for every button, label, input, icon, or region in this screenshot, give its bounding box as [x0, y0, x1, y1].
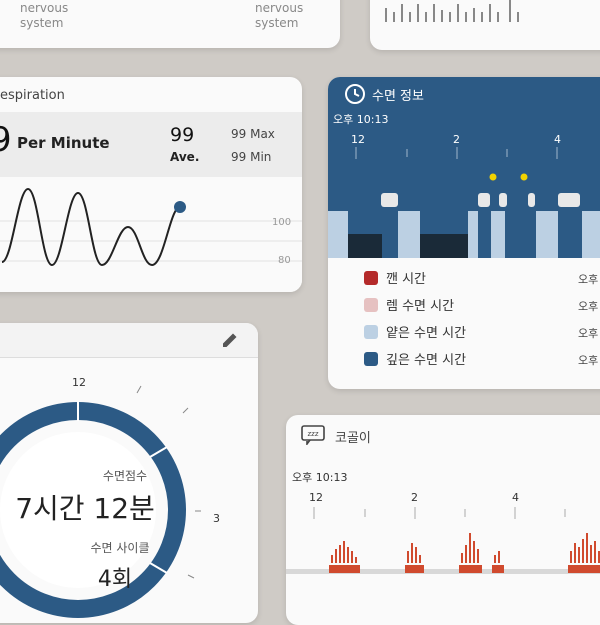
legend-awake-label: 깬 시간 [386, 272, 427, 287]
sleep-info-chart: 수면 정보 오후 10:13 12 2 4 [328, 77, 600, 258]
deep-swatch [364, 351, 378, 366]
legend-deep-label: 깊은 수면 시간 [386, 353, 467, 368]
legend-rem-time: 오후 [578, 300, 599, 313]
nervous-system-label-left: nervous system [20, 1, 69, 30]
tick-chart [385, 0, 519, 22]
nervous-system-label-right: nervous system [255, 1, 304, 30]
sleep-score-card[interactable]: 12 3 수면점수 7시간 12분 수면 사이클 4회 [0, 323, 258, 623]
respiration-wave [0, 187, 302, 267]
sleep-stage-chart [328, 84, 600, 258]
respiration-unit: Per Minute [17, 134, 110, 152]
legend-light-label: 얕은 수면 시간 [386, 326, 467, 341]
legend-awake-time: 오후 [578, 273, 599, 286]
legend-rem: 렘 수면 시간 [364, 291, 466, 318]
respiration-current-value: 9 [0, 120, 12, 160]
sleep-legend: 깬 시간 렘 수면 시간 얕은 수면 시간 깊은 수면 시간 [364, 264, 466, 372]
respiration-max: 99 Max [231, 127, 275, 141]
light-swatch [364, 324, 378, 339]
legend-light-time: 오후 [578, 327, 599, 340]
sleep-hour-4: 4 [554, 133, 561, 146]
rem-swatch [364, 297, 378, 312]
legend-deep-time: 오후 [578, 354, 599, 367]
sleep-score-label: 수면점수 [102, 469, 148, 483]
sleep-cycle-value: 4회 [97, 567, 133, 592]
respiration-min: 99 Min [231, 150, 272, 164]
respiration-average-label: Ave. [170, 150, 200, 164]
clock-icon [345, 84, 365, 104]
respiration-axis-upper: 100 [272, 217, 292, 228]
sleep-info-title: 수면 정보 [372, 89, 424, 104]
respiration-card[interactable]: espiration 9 Per Minute 99 Ave. 99 Max 9… [0, 77, 302, 292]
snoring-chart [286, 507, 600, 574]
nervous-system-card: nervous system nervous system [0, 0, 340, 48]
snoring-card[interactable]: zzz 코골이 오후 10:13 12 2 4 [286, 415, 600, 625]
sleep-cycle-label: 수면 사이클 [90, 541, 150, 555]
sleep-score-value: 7시간 12분 [15, 492, 155, 525]
respiration-average-value: 99 [170, 124, 195, 146]
sleep-hour-2: 2 [453, 133, 460, 146]
respiration-current-dot [174, 201, 186, 213]
dial-label-3: 3 [213, 512, 220, 525]
sleep-start-time: 오후 10:13 [333, 113, 389, 126]
respiration-title: espiration [0, 88, 65, 103]
legend-awake: 깬 시간 [364, 264, 466, 291]
awake-swatch [364, 270, 378, 285]
sleep-info-card[interactable]: 수면 정보 오후 10:13 12 2 4 깬 시간 렘 수면 시간 얕은 수면… [328, 77, 600, 389]
legend-rem-label: 렘 수면 시간 [386, 299, 455, 314]
dial-label-12: 12 [72, 376, 86, 389]
respiration-chart: 100 80 [0, 177, 302, 292]
respiration-axis-lower: 80 [278, 255, 291, 266]
legend-light: 얕은 수면 시간 [364, 318, 466, 345]
legend-deep: 깊은 수면 시간 [364, 345, 466, 372]
sleep-hour-12: 12 [351, 133, 365, 146]
tick-chart-card [370, 0, 600, 50]
